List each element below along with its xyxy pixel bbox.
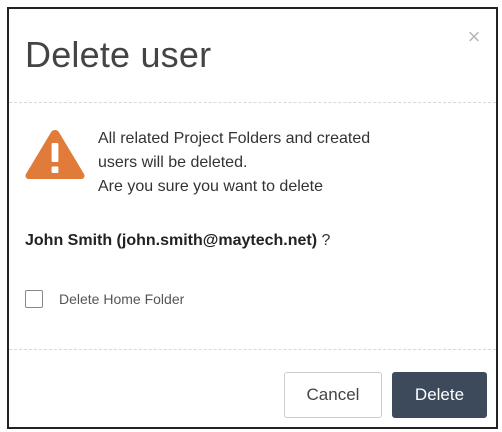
user-name-email: John Smith (john.smith@maytech.net) <box>25 232 318 249</box>
dialog-footer: Cancel Delete <box>9 349 496 427</box>
close-icon[interactable]: × <box>464 26 484 48</box>
dialog-body: All related Project Folders and created … <box>9 103 496 349</box>
delete-home-folder-label: Delete Home Folder <box>59 291 185 307</box>
question-mark: ? <box>317 232 331 249</box>
dialog-title: Delete user <box>25 34 212 75</box>
delete-home-folder-checkbox[interactable] <box>25 290 43 308</box>
delete-user-dialog: Delete user × All related Project Folder… <box>7 7 498 429</box>
warning-line: users will be deleted. <box>98 154 248 171</box>
user-to-delete: John Smith (john.smith@maytech.net) ? <box>25 231 330 251</box>
warning-line: Are you sure you want to delete <box>98 178 324 195</box>
delete-button[interactable]: Delete <box>392 372 487 418</box>
delete-home-folder-option[interactable]: Delete Home Folder <box>25 290 184 308</box>
warning-line: All related Project Folders and created <box>98 130 371 147</box>
cancel-button[interactable]: Cancel <box>284 372 382 418</box>
warning-triangle-icon <box>25 130 85 179</box>
dialog-header: Delete user × <box>9 9 496 103</box>
warning-message: All related Project Folders and created … <box>98 127 478 199</box>
